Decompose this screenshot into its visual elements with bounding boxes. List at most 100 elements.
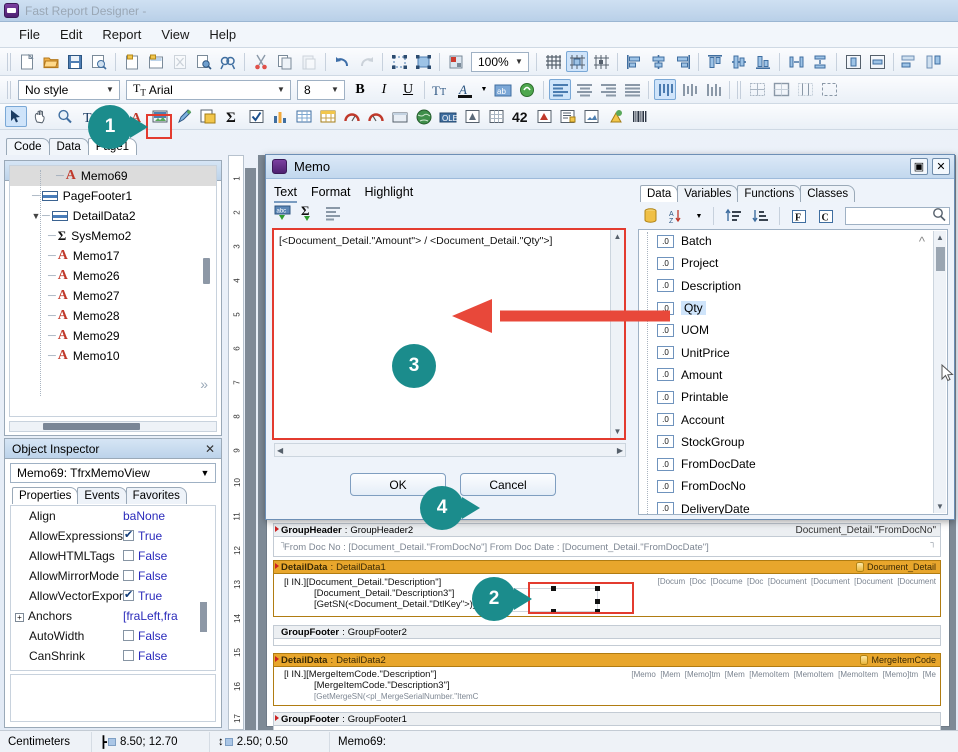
richtext-icon[interactable] [557, 106, 579, 127]
cone-icon[interactable] [605, 106, 627, 127]
font-size-combo[interactable]: 8 ▼ [297, 80, 345, 100]
checkbox-icon[interactable] [123, 650, 134, 661]
band-body[interactable]: From Doc No : [Document_Detail."FromDocN… [273, 536, 941, 557]
toolbar-grip[interactable] [7, 53, 12, 71]
field-uom[interactable]: .0 UOM [639, 319, 947, 341]
search-icon[interactable] [932, 207, 947, 225]
valign-top-icon[interactable] [654, 79, 676, 100]
property-row[interactable]: AllowMirrorMode False [11, 566, 215, 586]
scrollbar-thumb[interactable] [936, 247, 945, 271]
band-body[interactable]: [l IN.][MergeItemCode."Description"] [Me… [273, 666, 941, 706]
toolbar-grip[interactable] [7, 81, 12, 99]
data-fields-tree[interactable]: ^ .0 Batch .0 Project .0 Description .0 … [638, 229, 948, 515]
align-left-icon[interactable] [623, 51, 645, 72]
band-header-label[interactable]: DetailData: DetailData1 Document_Detail [273, 560, 941, 573]
barcode-icon[interactable] [629, 106, 651, 127]
new-page-icon[interactable] [121, 51, 143, 72]
band-header-label[interactable]: DetailData: DetailData2 MergeItemCode [273, 653, 941, 666]
band-body[interactable] [273, 638, 941, 646]
menu-item-help[interactable]: Help [200, 24, 245, 45]
chart2-icon[interactable] [533, 106, 555, 127]
dataset-icon[interactable] [639, 206, 661, 227]
toggle-icon[interactable] [445, 51, 467, 72]
field-stockgroup[interactable]: .0 StockGroup [639, 431, 947, 453]
band-right-cells[interactable]: [Docum [Doc [Docume [Doc [Document [Docu… [658, 577, 936, 586]
border-all-icon[interactable] [746, 79, 768, 100]
align-to-grid-icon[interactable] [566, 51, 588, 72]
tab-data[interactable]: Data [640, 185, 678, 202]
property-row[interactable]: AutoWidth False [11, 626, 215, 646]
expand-all-icon[interactable] [722, 206, 744, 227]
close-icon[interactable]: ✕ [932, 158, 950, 175]
chevron-down-icon[interactable]: ▼ [328, 85, 342, 94]
ole-icon[interactable]: OLE [437, 106, 459, 127]
new-icon[interactable] [16, 51, 38, 72]
checkbox-icon[interactable] [123, 530, 134, 541]
same-width-icon[interactable] [899, 51, 921, 72]
valign-middle-icon[interactable] [678, 79, 700, 100]
tab-highlight[interactable]: Highlight [365, 185, 414, 203]
property-row[interactable]: AllowVectorExport True [11, 586, 215, 606]
preview-icon[interactable] [88, 51, 110, 72]
align-right-icon[interactable] [671, 51, 693, 72]
field-fromdocdate[interactable]: .0 FromDocDate [639, 453, 947, 475]
digits-icon[interactable]: 42 [509, 106, 531, 127]
zoom-combo[interactable]: 100% ▼ [471, 52, 529, 72]
fill-color-icon[interactable] [516, 79, 538, 100]
find-icon[interactable] [217, 51, 239, 72]
space-horz-icon[interactable] [785, 51, 807, 72]
menu-item-report[interactable]: Report [93, 24, 150, 45]
scroll-right-icon[interactable]: ▶ [617, 446, 623, 455]
align-justify-icon[interactable] [621, 79, 643, 100]
tab-variables[interactable]: Variables [677, 185, 738, 202]
scroll-up-icon[interactable]: ▲ [614, 232, 622, 241]
align-center-icon[interactable] [573, 79, 595, 100]
field-description[interactable]: .0 Description [639, 275, 947, 297]
redo-icon[interactable] [355, 51, 377, 72]
border-none-icon[interactable] [794, 79, 816, 100]
menu-item-edit[interactable]: Edit [51, 24, 91, 45]
valign-bottom-icon[interactable] [702, 79, 724, 100]
object-selector-combo[interactable]: Memo69: TfrxMemoView ▼ [10, 463, 216, 483]
expand-chevrons-icon[interactable]: » [200, 376, 208, 392]
chevron-down-icon[interactable]: ▼ [512, 57, 526, 66]
page-tab-code[interactable]: Code [6, 138, 50, 155]
band-text-line[interactable]: [GetMergeSN(<pl_MergeSerialNumber."ItemC [274, 691, 940, 702]
subreport-icon[interactable] [197, 106, 219, 127]
memo-dialog[interactable]: Memo ▣ ✕ Text Format Highlight abc Σ [<D… [265, 154, 955, 520]
center-vert-icon[interactable] [866, 51, 888, 72]
insert-expression-icon[interactable]: Σ [298, 203, 318, 222]
memo-editor-horizontal-scrollbar[interactable]: ◀ ▶ [274, 443, 626, 457]
chevron-down-icon[interactable]: ▼ [103, 85, 117, 94]
scroll-down-icon[interactable]: ▼ [936, 502, 944, 511]
align-bottom-icon[interactable] [752, 51, 774, 72]
checkbox-icon[interactable] [123, 590, 134, 601]
checkbox-icon[interactable] [123, 570, 134, 581]
select-icon[interactable] [5, 106, 27, 127]
page-tab-data[interactable]: Data [49, 138, 89, 155]
sort-az-icon[interactable]: AZ [666, 206, 688, 227]
bold-button[interactable]: B [349, 79, 371, 100]
gradient-icon[interactable] [461, 106, 483, 127]
field-icon[interactable]: F [788, 206, 810, 227]
band-groupheader2[interactable]: GroupHeader: GroupHeader2 Document_Detai… [273, 523, 941, 557]
band-header-label[interactable]: GroupFooter: GroupFooter2 [273, 625, 941, 638]
tab-classes[interactable]: Classes [800, 185, 855, 202]
border-box-icon[interactable] [818, 79, 840, 100]
tab-text[interactable]: Text [274, 185, 297, 203]
band-detaildata2[interactable]: DetailData: DetailData2 MergeItemCode [l… [273, 653, 941, 706]
checkbox-icon[interactable] [123, 630, 134, 641]
align-top-icon[interactable] [704, 51, 726, 72]
chevron-down-icon[interactable]: ▼ [198, 468, 212, 478]
delete-page-icon[interactable] [169, 51, 191, 72]
band-right-cells[interactable]: [Memo [Mem [Memo]tm [Mem [MemoItem [Memo… [631, 670, 936, 679]
chart-icon[interactable] [269, 106, 291, 127]
center-horz-icon[interactable] [842, 51, 864, 72]
expand-icon[interactable]: + [15, 613, 24, 622]
field-project[interactable]: .0 Project [639, 252, 947, 274]
tab-functions[interactable]: Functions [737, 185, 801, 202]
map-icon[interactable] [413, 106, 435, 127]
band-header-label[interactable]: GroupHeader: GroupHeader2 Document_Detai… [273, 523, 941, 536]
border-outer-icon[interactable] [770, 79, 792, 100]
hand-icon[interactable] [29, 106, 51, 127]
